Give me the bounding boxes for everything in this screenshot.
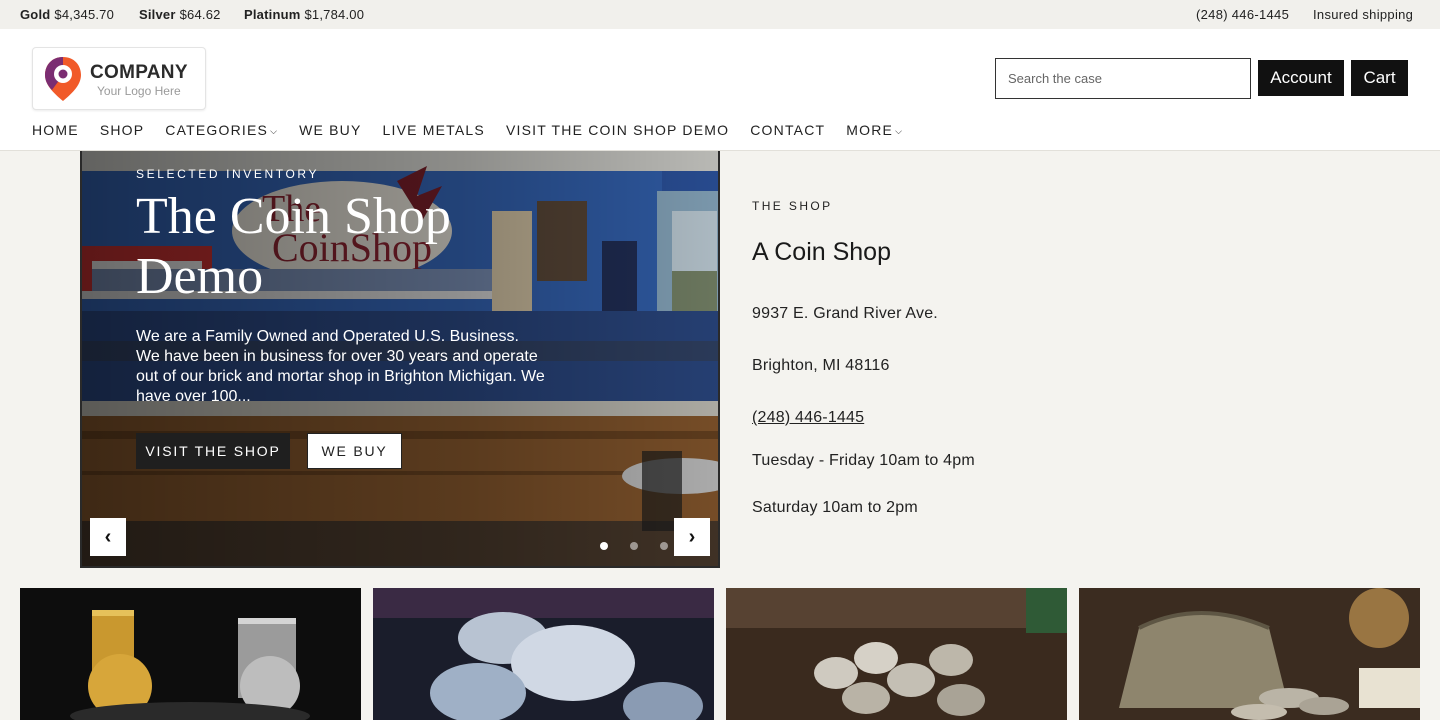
silver-label: Silver — [139, 7, 176, 22]
shop-address-city: Brighton, MI 48116 — [752, 357, 890, 374]
search-input[interactable] — [995, 58, 1251, 99]
shop-phone-link[interactable]: (248) 446-1445 — [752, 409, 864, 427]
silver-value: $64.62 — [179, 7, 221, 22]
hero-slideshow: The CoinShop SELECTED INVENTORY The Coin… — [80, 151, 720, 568]
gold-silver-coins-image — [20, 588, 361, 720]
gold-label: Gold — [20, 7, 51, 22]
nav-more-label: MORE — [846, 122, 894, 138]
map-pin-logo-icon — [45, 57, 81, 101]
category-tile-dollars[interactable] — [726, 588, 1067, 720]
site-header: COMPANY Your Logo Here Account Cart HOME… — [0, 29, 1440, 151]
slide-dot-3[interactable] — [660, 542, 668, 550]
company-logo[interactable]: COMPANY Your Logo Here — [32, 47, 206, 110]
chevron-down-icon: ⌵ — [270, 126, 279, 136]
nav-contact[interactable]: CONTACT — [750, 120, 825, 140]
logo-brand-text: COMPANY — [90, 62, 188, 83]
nav-home-label: HOME — [32, 122, 79, 138]
we-buy-button[interactable]: WE BUY — [307, 433, 402, 469]
logo-tagline: Your Logo Here — [97, 84, 181, 98]
silver-price: Silver $64.62 — [139, 7, 221, 22]
nav-we-buy[interactable]: WE BUY — [299, 120, 361, 140]
platinum-value: $1,784.00 — [304, 7, 365, 22]
platinum-label: Platinum — [244, 7, 301, 22]
ticker-phone-link[interactable]: (248) 446-1445 — [1196, 7, 1289, 22]
category-tile-junk-silver[interactable] — [1079, 588, 1420, 720]
silver-dollars-on-desk-image — [726, 588, 1067, 720]
shop-address-street: 9937 E. Grand River Ave. — [752, 305, 938, 322]
nav-home[interactable]: HOME — [32, 120, 79, 140]
main-nav: HOME SHOP CATEGORIES ⌵ WE BUY LIVE METALS… — [32, 120, 903, 140]
hero-description: We are a Family Owned and Operated U.S. … — [136, 328, 545, 405]
metals-ticker-bar: Gold $4,345.70 Silver $64.62 Platinum $1,78… — [0, 0, 1440, 29]
cart-button[interactable]: Cart — [1351, 60, 1408, 96]
chevron-down-icon: ⌵ — [895, 126, 904, 136]
slideshow-next-arrow-icon[interactable]: › — [674, 518, 710, 556]
nav-live-metals[interactable]: LIVE METALS — [383, 120, 485, 140]
platinum-price: Platinum $1,784.00 — [244, 7, 364, 22]
gold-value: $4,345.70 — [54, 7, 115, 22]
visit-shop-button[interactable]: VISIT THE SHOP — [136, 433, 290, 469]
shop-hours-saturday: Saturday 10am to 2pm — [752, 499, 918, 516]
nav-visit-label: VISIT THE COIN SHOP DEMO — [505, 122, 730, 138]
nav-categories[interactable]: CATEGORIES ⌵ — [165, 120, 278, 140]
shop-hours-weekday: Tuesday - Friday 10am to 4pm — [752, 452, 975, 469]
nav-shop-label: SHOP — [99, 122, 145, 138]
shop-eyebrow: THE SHOP — [752, 199, 833, 213]
hero-eyebrow: SELECTED INVENTORY — [136, 167, 320, 181]
slide-dot-2[interactable] — [630, 542, 638, 550]
shop-title: A Coin Shop — [752, 238, 891, 266]
silver-eagle-coins-image — [373, 588, 714, 720]
nav-more[interactable]: MORE ⌵ — [846, 120, 903, 140]
slideshow-prev-arrow-icon[interactable]: ‹ — [90, 518, 126, 556]
shipping-note: Insured shipping — [1313, 7, 1414, 22]
nav-we-buy-label: WE BUY — [299, 122, 362, 138]
category-tile-gold[interactable] — [20, 588, 361, 720]
nav-visit-coin-shop-demo[interactable]: VISIT THE COIN SHOP DEMO — [506, 120, 729, 140]
slide-dot-1[interactable] — [600, 542, 608, 550]
account-button[interactable]: Account — [1258, 60, 1344, 96]
nav-shop[interactable]: SHOP — [100, 120, 144, 140]
nav-live-metals-label: LIVE METALS — [382, 122, 485, 138]
nav-contact-label: CONTACT — [750, 122, 826, 138]
coin-bag-image — [1079, 588, 1420, 720]
category-tile-silver[interactable] — [373, 588, 714, 720]
hero-title: The Coin Shop Demo — [136, 188, 451, 305]
gold-price: Gold $4,345.70 — [20, 7, 114, 22]
nav-categories-label: CATEGORIES — [165, 122, 269, 138]
